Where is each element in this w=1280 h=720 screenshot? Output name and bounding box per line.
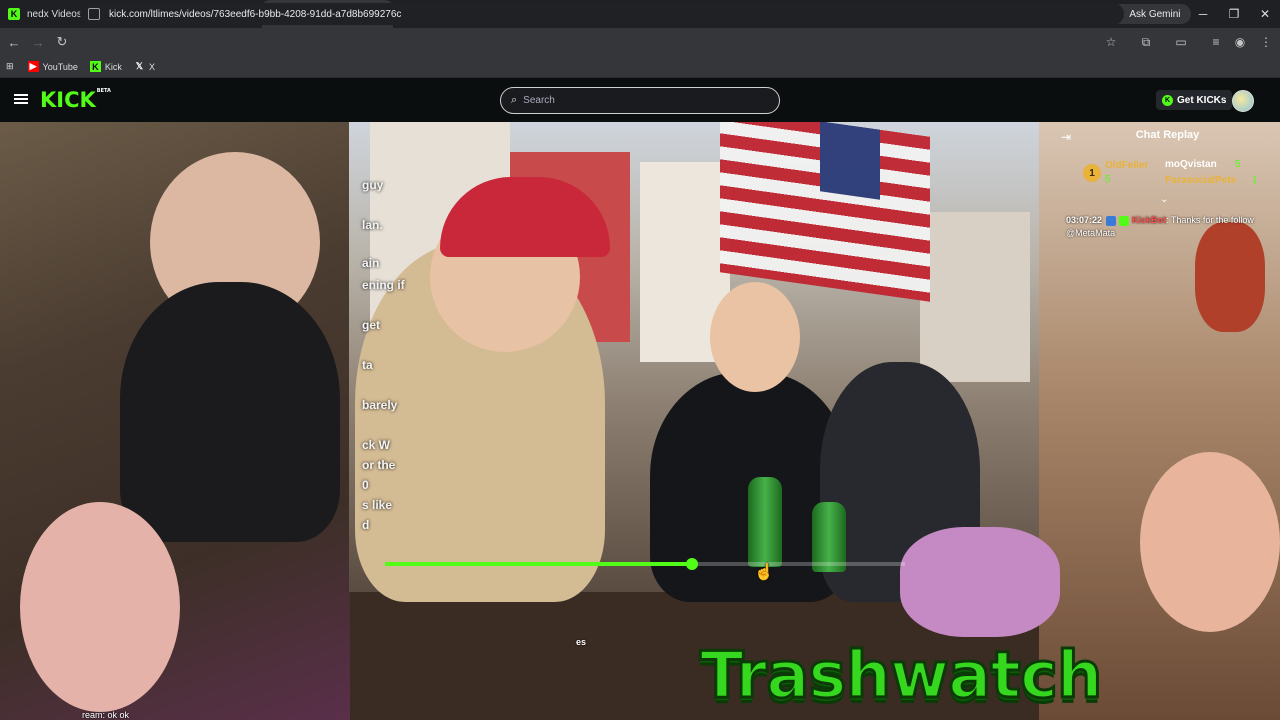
cast-icon[interactable]: ▭ — [1170, 31, 1192, 53]
back-icon[interactable]: ← — [2, 30, 26, 54]
overlay-text-line: ening if — [362, 278, 405, 292]
streamer-shirt — [120, 282, 340, 542]
bookmark-label: YouTube — [42, 61, 78, 72]
overlay-text-line: ta — [362, 358, 373, 372]
kick-icon: K — [89, 61, 101, 72]
message-timestamp: 03:07:22 — [1066, 215, 1103, 225]
reload-icon[interactable]: ↻ — [50, 30, 74, 54]
menu-icon[interactable]: ⋮ — [1255, 31, 1277, 53]
american-flag — [720, 122, 930, 302]
gifter-count: 5 — [1235, 159, 1241, 170]
overlay-text-line: ain — [362, 256, 380, 270]
overlay-text-line: barely — [362, 398, 398, 412]
ask-gemini-label: Ask Gemini — [1129, 8, 1181, 20]
gifter-name[interactable]: ParasocialPete — [1165, 175, 1236, 186]
chat-title: Chat Replay — [1135, 129, 1200, 141]
gifter-count: 1 — [1252, 175, 1258, 186]
caption-mid: es — [576, 637, 587, 647]
overlay-text-line: ck W — [362, 438, 391, 452]
person-head — [710, 282, 800, 392]
green-bottle — [748, 477, 782, 567]
avatar[interactable] — [1232, 90, 1254, 112]
search-input[interactable]: ⌕ Search — [500, 87, 780, 114]
gifter-count: 5 — [1105, 174, 1111, 185]
forward-icon[interactable]: → — [26, 30, 50, 54]
overlay-text-line: d — [362, 518, 370, 532]
plush-toy — [900, 527, 1060, 637]
moderator-badge-icon — [1106, 215, 1117, 226]
gifter-name[interactable]: moQvistan — [1165, 159, 1217, 170]
restore-icon[interactable]: ❐ — [1219, 0, 1249, 28]
minimize-icon[interactable]: ─ — [1188, 0, 1218, 28]
kick-logo[interactable]: KICKBETA — [40, 88, 111, 112]
search-placeholder: Search — [523, 95, 555, 106]
youtube-icon: ▶ — [27, 61, 39, 72]
bookmark-label: X — [148, 61, 155, 72]
overlay-text-line: 0 — [362, 478, 369, 492]
reading-list-icon[interactable]: ≡ — [1205, 31, 1227, 53]
caption-bottom-left: ream: ok ok — [82, 710, 130, 720]
bookmark-youtube[interactable]: ▶ YouTube — [27, 61, 78, 72]
get-kicks-button[interactable]: K Get KICKs — [1156, 90, 1233, 110]
extensions-icon[interactable]: ⧉ — [1135, 31, 1157, 53]
chat-panel: ⇥ Chat Replay 1 OldFeller 5 moQvistan 5 … — [1055, 122, 1280, 252]
message-username[interactable]: KickBot — [1132, 215, 1166, 225]
kicks-coin-icon: K — [1162, 94, 1173, 106]
navigation-bar: ← → ↻ — [0, 28, 1280, 56]
top-gifter-badge-icon: 1 — [1083, 164, 1101, 182]
overlay-text-line: lan. — [362, 218, 383, 232]
bookmark-star-icon[interactable]: ☆ — [1100, 31, 1122, 53]
search-icon: ⌕ — [511, 94, 518, 106]
video-scrubber-handle[interactable] — [686, 558, 698, 570]
kick-icon: K — [8, 8, 20, 20]
expand-chevron-icon[interactable]: ⌄ — [1160, 194, 1168, 205]
close-window-icon[interactable]: ✕ — [1250, 0, 1280, 28]
video-scrubber[interactable] — [385, 558, 905, 570]
profile-icon[interactable]: ◉ — [1229, 31, 1251, 53]
trashwatch-logo: Trashwatch — [699, 638, 1104, 715]
verified-badge-icon — [1119, 215, 1130, 226]
chat-message: 03:07:22 KickBot: Thanks for the follow @… — [1066, 214, 1276, 240]
address-bar[interactable]: kick.com/ltlimes/videos/763eedf6-b9bb-42… — [80, 3, 1124, 25]
gifter-name[interactable]: OldFeller — [1105, 160, 1148, 171]
kick-header: KICKBETA ⌕ Search K Get KICKs — [0, 78, 1280, 122]
bookmark-x[interactable]: 𝕏X — [134, 61, 155, 72]
pointer-cursor-icon: ☝ — [754, 564, 774, 581]
overlay-text-line: get — [362, 318, 380, 332]
bookmarks-bar: ⊞ ▶ YouTube K Kick 𝕏 X — [0, 56, 1280, 78]
bookmark-label: Kick — [104, 61, 122, 72]
smiling-man-face — [1140, 452, 1280, 632]
url-text: kick.com/ltlimes/videos/763eedf6-b9bb-42… — [109, 8, 402, 20]
site-info-icon[interactable] — [88, 8, 100, 20]
hamburger-menu-icon[interactable] — [14, 92, 28, 106]
video-progress-fill — [385, 562, 692, 566]
get-kicks-label: Get KICKs — [1177, 94, 1227, 106]
apps-icon[interactable]: ⊞ — [6, 61, 14, 72]
x-icon: 𝕏 — [135, 61, 144, 71]
bald-man-face — [20, 502, 180, 712]
overlay-text-line: or the — [362, 458, 396, 472]
overlay-text-line: s like — [362, 498, 393, 512]
overlay-text-line: guy — [362, 178, 384, 192]
bookmark-kick[interactable]: K Kick — [89, 61, 122, 72]
building — [920, 212, 1030, 382]
